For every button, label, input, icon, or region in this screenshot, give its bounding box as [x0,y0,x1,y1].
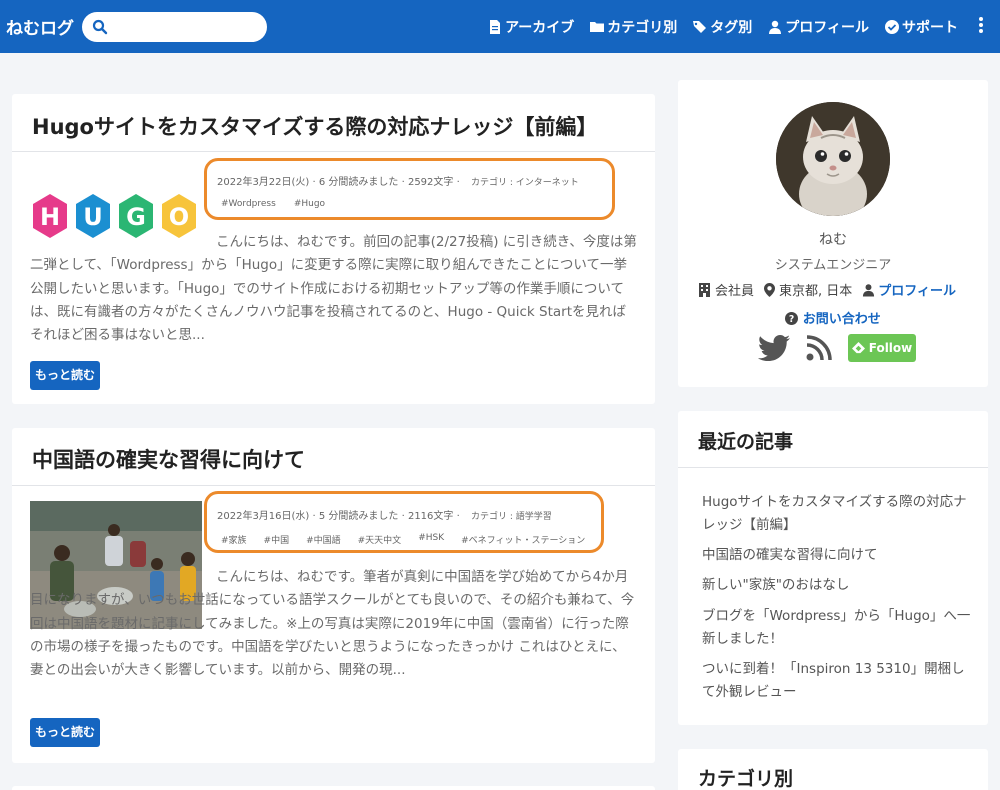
nav-profile[interactable]: プロフィール [768,17,869,37]
thumb-letter: G [126,203,146,231]
thumb-letter: O [169,203,189,231]
tag[interactable]: #中国語 [306,533,341,546]
profile-name: ねむ [819,232,847,248]
profile-location: 東京都, 日本 [779,284,853,299]
nav-categories-label: カテゴリ別 [607,20,678,36]
post-meta-text: 2022年3月16日(水) · 5 分間読みました · 2116文字 · [217,511,460,522]
nav-support-label: サポート [902,20,958,36]
more-menu-icon[interactable] [976,15,986,37]
post-card [12,786,655,790]
rss-icon[interactable] [806,335,832,361]
check-circle-icon [885,20,899,34]
svg-text:?: ? [789,314,794,325]
nav-archive[interactable]: アーカイブ [488,17,574,37]
location-pin-icon [764,282,776,297]
nav-archive-label: アーカイブ [505,20,575,36]
read-more-button[interactable]: もっと読む [30,718,100,747]
divider [12,485,655,486]
profile-company: 会社員 [715,284,755,299]
contact-label: お問い合わせ [802,312,881,327]
site-brand[interactable]: ねむログ [6,14,74,39]
top-navbar: ねむログ アーカイブ カテゴリ別 タグ別 プロフィール サポート [0,0,1000,53]
tag[interactable]: #家族 [221,533,247,546]
tag[interactable]: #ベネフィット・ステーション [461,533,585,546]
thumb-letter: U [83,203,103,231]
post-meta: 2022年3月16日(水) · 5 分間読みました · 2116文字 · カテゴ… [217,507,552,522]
post-excerpt: こんにちは、ねむです。筆者が真剣に中国語を学び始めてから4か月目になりますが、い… [30,569,635,679]
profile-role: システムエンジニア [774,258,892,273]
follow-label: Follow [868,341,913,355]
post-card: Hugoサイトをカスタマイズする際の対応ナレッジ【前編】 H U G O 202… [12,94,655,404]
divider [12,151,655,152]
contact-link[interactable]: ? お問い合わせ [678,308,988,327]
nav-support[interactable]: サポート [885,17,958,37]
social-links: Follow [758,334,916,362]
post-category[interactable]: カテゴリ : インターネット [471,178,579,188]
feedly-follow-button[interactable]: Follow [848,334,916,362]
recent-post-link[interactable]: ついに到着！「Inspiron 13 5310」開梱して外観レビュー [702,658,977,704]
categories-title: カテゴリ別 [698,768,794,790]
recent-posts-card: 最近の記事 Hugoサイトをカスタマイズする際の対応ナレッジ【前編】 中国語の確… [678,411,988,725]
recent-post-link[interactable]: 新しい"家族"のおはなし [702,574,977,597]
divider [678,467,988,468]
feedly-icon [851,341,865,353]
categories-card: カテゴリ別 [678,749,988,790]
tags-icon [693,21,707,33]
profile-link[interactable]: プロフィール [878,280,956,299]
nav-tags-label: タグ別 [710,20,753,36]
recent-post-link[interactable]: Hugoサイトをカスタマイズする際の対応ナレッジ【前編】 [702,491,977,537]
post-tags: #家族 #中国 #中国語 #天天中文 #HSK #ベネフィット・ステーション [221,533,585,546]
thumb-letter: H [40,203,60,231]
recent-post-link[interactable]: ブログを「Wordpress」から「Hugo」へ一新しました！ [702,605,977,651]
avatar [776,102,890,216]
recent-posts-title: 最近の記事 [698,431,794,453]
nav-profile-label: プロフィール [785,20,869,36]
nav-tags[interactable]: タグ別 [693,17,752,37]
nav-categories[interactable]: カテゴリ別 [590,17,677,37]
recent-post-link[interactable]: 中国語の確実な習得に向けて [702,544,977,567]
tag[interactable]: #中国 [264,533,290,546]
profile-info: 会社員 東京都, 日本 プロフィール [698,280,956,299]
building-icon [699,282,710,297]
read-more-button[interactable]: もっと読む [30,361,100,390]
post-meta: 2022年3月22日(火) · 6 分間読みました · 2592文字 · カテゴ… [217,173,579,188]
search-icon [92,19,108,35]
tag[interactable]: #Wordpress [221,199,276,209]
folder-icon [590,22,605,32]
post-tags: #Wordpress #Hugo [221,199,325,209]
post-category[interactable]: カテゴリ : 語学学習 [471,512,552,522]
user-icon [769,20,782,34]
nav-links: アーカイブ カテゴリ別 タグ別 プロフィール サポート [488,17,958,37]
twitter-icon[interactable] [758,335,790,361]
post-meta-highlight: 2022年3月16日(水) · 5 分間読みました · 2116文字 · カテゴ… [204,491,604,553]
tag[interactable]: #Hugo [294,199,325,209]
profile-card: ねむ システムエンジニア 会社員 東京都, 日本 プロフィール ? お問い合わせ… [678,80,988,387]
file-icon [490,20,501,34]
user-icon [863,283,875,296]
post-title[interactable]: 中国語の確実な習得に向けて [32,444,305,474]
tag[interactable]: #HSK [418,533,444,546]
post-meta-text: 2022年3月22日(火) · 6 分間読みました · 2592文字 · [217,177,460,188]
search-box[interactable] [82,12,267,42]
post-excerpt: こんにちは、ねむです。前回の記事(2/27投稿) に引き続き、今度は第二弾として… [30,234,637,344]
post-card: 中国語の確実な習得に向けて 2022年3月16日(水) · 5 分間読みました … [12,428,655,763]
question-circle-icon: ? [785,312,799,325]
post-meta-highlight: 2022年3月22日(火) · 6 分間読みました · 2592文字 · カテゴ… [204,158,615,220]
tag[interactable]: #天天中文 [358,533,402,546]
post-title[interactable]: Hugoサイトをカスタマイズする際の対応ナレッジ【前編】 [32,111,597,141]
